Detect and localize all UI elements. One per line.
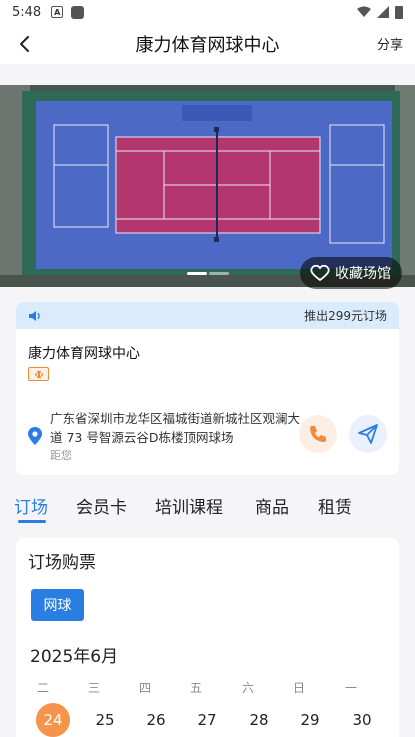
venue-name: 康力体育网球中心 [28,346,140,362]
weekday-label: 二 [36,681,49,695]
share-button[interactable]: 分享 [377,34,403,53]
back-button[interactable] [12,31,38,57]
weekday-label: 一 [344,681,357,695]
tab-booking[interactable]: 订场 [14,493,48,518]
booking-title: 订场购票 [28,553,96,573]
notification-square-icon [71,5,85,19]
favorite-label: 收藏场馆 [335,266,391,282]
status-bar: 5:48 A [0,0,415,24]
weekday-label: 六 [241,681,254,695]
notice-text: 推出299元订场 [304,309,387,323]
page-title: 康力体育网球中心 [135,35,280,56]
venue-address: 广东省深圳市龙华区福城街道新城社区观澜大道 73 号智源云谷D栋楼顶网球场 [50,411,301,445]
date-cell[interactable]: 27 [190,703,224,737]
carousel-indicator [187,272,229,275]
status-time: 5:48 [12,4,42,20]
booking-card: 订场购票 网球 2025年6月 二 三 四 五 六 日 一 24 25 26 2… [16,538,399,737]
tab-products[interactable]: 商品 [255,493,289,518]
venue-distance: 距您 [50,449,72,462]
weekday-label: 日 [292,681,305,695]
phone-icon [310,426,326,442]
carousel-dot-active [187,272,207,275]
battery-icon [395,5,403,19]
tennis-badge-icon [28,367,49,381]
date-cell[interactable]: 25 [88,703,122,737]
send-navigation-icon [358,424,378,444]
favorite-venue-button[interactable]: 收藏场馆 [300,257,402,289]
date-cell[interactable]: 26 [139,703,173,737]
weekday-header: 二 三 四 五 六 日 一 [28,679,388,695]
wifi-icon [357,6,371,17]
heart-icon [310,264,330,282]
chevron-left-icon [20,36,29,52]
signal-icon [377,6,389,18]
date-cell[interactable]: 30 [345,703,379,737]
tab-membership-card[interactable]: 会员卡 [76,493,127,518]
weekday-label: 四 [138,681,151,695]
weekday-label: 三 [87,681,100,695]
tab-training-courses[interactable]: 培训课程 [155,493,223,518]
tab-rental[interactable]: 租赁 [318,493,352,518]
date-cell[interactable]: 29 [293,703,327,737]
speaker-icon [29,310,40,321]
date-cell[interactable]: 28 [242,703,276,737]
weekday-label: 五 [189,681,202,695]
calendar-month: 2025年6月 [30,647,119,667]
call-venue-button[interactable] [299,415,337,453]
section-tabs: 订场 会员卡 培训课程 商品 租赁 [0,493,415,527]
date-row: 24 25 26 27 28 29 30 [28,703,388,737]
nav-bar: 康力体育网球中心 分享 [0,24,415,64]
carousel-dot [209,272,229,275]
location-pin-icon [28,427,42,445]
active-tab-indicator [18,520,46,523]
notification-a-icon: A [51,6,64,18]
venue-info-card: 康力体育网球中心 广东省深圳市龙华区福城街道新城社区观澜大道 73 号智源云谷D… [16,329,399,475]
promo-notice[interactable]: 推出299元订场 [16,302,399,329]
date-cell-selected[interactable]: 24 [36,703,70,737]
navigate-button[interactable] [349,415,387,453]
sport-tennis-button[interactable]: 网球 [31,589,84,621]
